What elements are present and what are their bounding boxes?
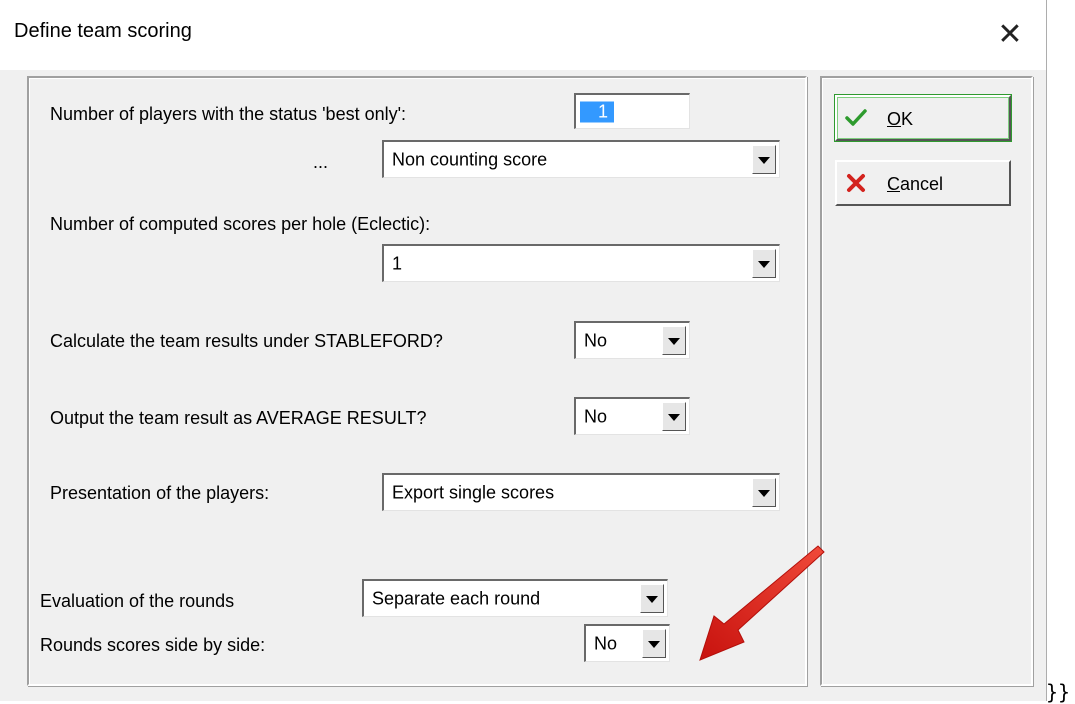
eclectic-value: 1	[392, 253, 403, 273]
side-by-side-label: Rounds scores side by side:	[40, 635, 266, 655]
stray-text: }}	[1046, 680, 1071, 704]
chevron-down-icon[interactable]	[752, 249, 776, 278]
chevron-down-icon[interactable]	[752, 478, 776, 507]
rounds-eval-label: Evaluation of the rounds	[40, 591, 235, 611]
side-by-side-select[interactable]: No	[584, 624, 670, 662]
best-only-label: Number of players with the status 'best …	[50, 104, 407, 124]
average-label: Output the team result as AVERAGE RESULT…	[50, 408, 427, 428]
best-only-input[interactable]: 1	[574, 93, 690, 129]
eclectic-label: Number of computed scores per hole (Ecle…	[50, 214, 431, 234]
cancel-mnemonic: C	[887, 174, 900, 194]
best-only-value: 1	[580, 101, 615, 122]
dialog-window: Define team scoring ✕ Number of players …	[0, 0, 1047, 701]
stableford-label: Calculate the team results under STABLEF…	[50, 331, 443, 351]
eclectic-select[interactable]: 1	[382, 244, 780, 282]
title-bar: Define team scoring ✕	[0, 0, 1046, 70]
checkmark-icon	[845, 109, 867, 126]
average-select[interactable]: No	[574, 397, 690, 435]
best-only-mode-select[interactable]: Non counting score	[382, 140, 780, 178]
rounds-eval-select[interactable]: Separate each round	[362, 579, 668, 617]
chevron-down-icon[interactable]	[642, 629, 666, 658]
chevron-down-icon[interactable]	[662, 402, 686, 431]
ellipsis-label: ...	[313, 152, 329, 172]
cancel-button[interactable]: Cancel	[835, 160, 1011, 206]
close-icon[interactable]: ✕	[985, 10, 1035, 60]
chevron-down-icon[interactable]	[640, 584, 664, 613]
red-x-icon	[847, 174, 865, 192]
presentation-label: Presentation of the players:	[50, 483, 270, 503]
cancel-label: Cancel	[887, 174, 943, 195]
ok-mnemonic: O	[887, 109, 902, 129]
chevron-down-icon[interactable]	[752, 145, 776, 174]
rounds-eval-value: Separate each round	[372, 588, 541, 608]
side-by-side-value: No	[594, 633, 618, 653]
stableford-select[interactable]: No	[574, 321, 690, 359]
ok-button[interactable]: OK	[834, 94, 1012, 142]
stableford-value: No	[584, 330, 608, 350]
best-only-mode-value: Non counting score	[392, 149, 548, 169]
ok-label-rest: K	[901, 109, 914, 129]
presentation-value: Export single scores	[392, 482, 555, 502]
average-value: No	[584, 406, 608, 426]
window-title: Define team scoring	[14, 20, 192, 42]
presentation-select[interactable]: Export single scores	[382, 473, 780, 511]
ok-label: OK	[887, 109, 913, 130]
chevron-down-icon[interactable]	[662, 326, 686, 355]
cancel-label-rest: ancel	[900, 174, 944, 194]
